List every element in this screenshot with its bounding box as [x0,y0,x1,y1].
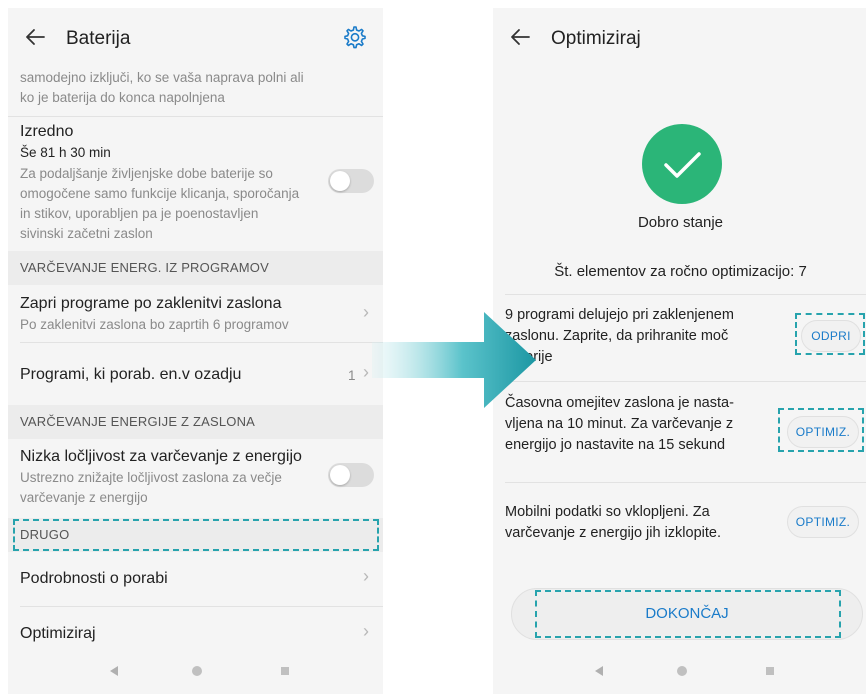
description-line: Za podaljšanje življenjske dobe baterije… [20,166,273,181]
nav-back-icon[interactable] [110,666,118,676]
divider [20,342,383,343]
nav-home-icon[interactable] [192,666,202,676]
toggle-knob [330,465,350,485]
divider [20,606,383,607]
battery-screen: Baterija samodejno izključi, ko se vaša … [8,8,383,694]
highlight-frame [795,313,865,355]
close-apps-title: Zapri programe po zaklenitvi zaslona [20,295,282,312]
chevron-right-icon: › [363,302,369,322]
status-circle [642,124,722,204]
app-bar: Baterija [8,8,383,70]
item-text-line: Mobilni podatki so vklopljeni. Za [505,504,710,520]
back-arrow-icon[interactable] [509,26,531,48]
extreme-mode-title: Izredno [20,123,74,140]
extreme-mode-time: Še 81 h 30 min [20,145,111,160]
chevron-right-icon: › [363,566,369,586]
low-resolution-title: Nizka ločljivost za varčevanje z energij… [20,448,302,465]
description-line: sivinski začetni zaslon [20,226,153,241]
close-apps-subtitle: Po zaklenitvi zaslona bo zaprtih 6 progr… [20,317,289,332]
check-icon [664,152,701,178]
extreme-mode-description: Za podaljšanje življenjske dobe baterije… [20,164,299,244]
page-title: Optimiziraj [551,28,641,49]
optimization-item: Mobilni podatki so vklopljeni. Za varčev… [505,502,721,544]
optimize-item[interactable]: Optimiziraj [20,623,96,645]
chevron-right-icon: › [363,362,369,382]
optimize-screen: Optimiziraj Dobro stanje Št. elementov z… [493,8,866,694]
low-resolution-description: Ustrezno znižajte ločljivost zaslona za … [20,468,302,508]
description-line: varčevanje z energijo [20,490,148,505]
app-bar: Optimiziraj [493,8,866,70]
description-line: in stikov, uporabljen pa je poenostavlje… [20,206,259,221]
description-line: omogočene samo funkcije klicanja, sporoč… [20,186,300,201]
background-apps-title[interactable]: Programi, ki porab. en.v ozadju [20,364,241,386]
system-nav-bar [8,650,383,694]
mobile-data-optimize-button[interactable]: OPTIMIZ. [787,506,859,538]
item-text-line: energijo jo nastavite na 15 sekund [505,437,726,453]
description-line: samodejno izključi, ko se vaša naprava p… [20,70,304,85]
toggle-knob [330,171,350,191]
divider [505,381,866,382]
description-line: Ustrezno znižajte ločljivost zaslona za … [20,470,282,485]
system-nav-bar [493,650,866,694]
gear-icon[interactable] [341,24,367,50]
manual-optimization-count: Št. elementov za ročno optimizacijo: 7 [554,263,807,280]
highlight-frame [778,408,864,452]
section-header-screen: VARČEVANJE ENERGIJE Z ZASLONA [8,405,383,439]
divider [505,482,866,483]
divider [505,294,866,295]
divider [8,116,383,117]
chevron-right-icon: › [363,621,369,641]
usage-details-item[interactable]: Podrobnosti o porabi [20,568,168,590]
highlight-frame [535,590,841,638]
highlight-frame [13,519,379,551]
arrow-right-icon [372,312,536,408]
close-apps-item[interactable]: Zapri programe po zaklenitvi zaslona Po … [20,293,289,335]
low-resolution-toggle[interactable] [328,463,374,487]
extreme-mode-item: Izredno Še 81 h 30 min Za podaljšanje ži… [20,121,299,244]
power-saving-description: samodejno izključi, ko se vaša naprava p… [20,68,304,108]
item-text-line: vljena na 10 minut. Za varčevanje z [505,416,734,432]
nav-recent-icon[interactable] [281,667,289,675]
background-apps-count: 1 [348,368,356,383]
section-header-apps: VARČEVANJE ENERG. IZ PROGRAMOV [8,251,383,285]
section-label: VARČEVANJE ENERG. IZ PROGRAMOV [20,260,269,275]
section-label: VARČEVANJE ENERGIJE Z ZASLONA [20,414,256,429]
item-text-line: varčevanje z energijo jih izklopite. [505,525,721,541]
low-resolution-item: Nizka ločljivost za varčevanje z energij… [20,446,302,508]
page-title: Baterija [66,28,131,49]
nav-back-icon[interactable] [595,666,603,676]
status-text: Dobro stanje [637,214,724,231]
description-line: ko je baterija do konca napolnjena [20,90,225,105]
extreme-mode-toggle[interactable] [328,169,374,193]
nav-home-icon[interactable] [677,666,687,676]
back-arrow-icon[interactable] [24,26,46,48]
nav-recent-icon[interactable] [766,667,774,675]
